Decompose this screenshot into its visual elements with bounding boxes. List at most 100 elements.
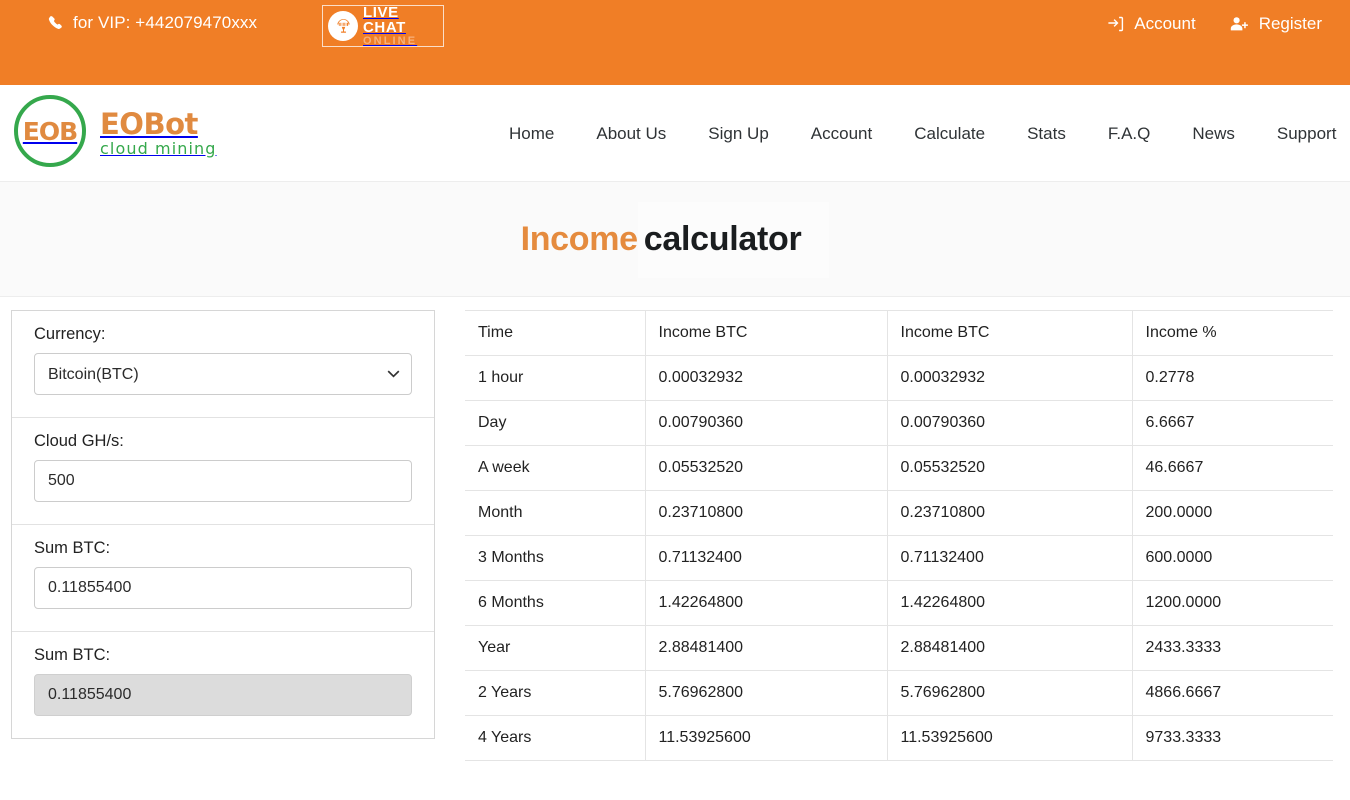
register-link[interactable]: Register <box>1230 14 1322 34</box>
vip-phone: for VIP: +442079470xxx <box>48 13 257 33</box>
cell-income-btc-2: 0.71132400 <box>886 535 1133 581</box>
cell-income-btc-2: 5.76962800 <box>886 670 1133 716</box>
cell-time: Day <box>465 400 646 446</box>
cell-income-btc-1: 1.42264800 <box>644 580 888 626</box>
live-chat-label: LIVE CHAT <box>363 3 406 36</box>
cell-income-pct: 9733.3333 <box>1131 715 1333 761</box>
sum-btc-result-field <box>34 674 412 716</box>
income-table-wrapper: Time Income BTC Income BTC Income % 1 ho… <box>465 310 1333 761</box>
table-row: Day 0.00790360 0.00790360 6.6667 <box>465 400 1333 446</box>
main-content: Currency: Bitcoin(BTC) Cloud GH/s: Sum B… <box>0 297 1350 800</box>
currency-label: Currency: <box>34 325 106 343</box>
logo-wordmark: EOBot <box>100 106 198 141</box>
main-navigation: Home About Us Sign Up Account Calculate … <box>488 85 1350 182</box>
cell-income-btc-1: 0.00790360 <box>644 400 888 446</box>
eob-circle-icon: EOB <box>14 95 86 167</box>
table-row: 1 hour 0.00032932 0.00032932 0.2778 <box>465 355 1333 401</box>
column-header-income-btc-2: Income BTC <box>886 310 1133 356</box>
cell-income-btc-1: 0.71132400 <box>644 535 888 581</box>
hero-band: Income calculator <box>0 182 1350 297</box>
nav-item-account[interactable]: Account <box>790 124 893 144</box>
cell-time: 2 Years <box>465 670 646 716</box>
cell-income-btc-2: 11.53925600 <box>886 715 1133 761</box>
cell-income-btc-1: 0.05532520 <box>644 445 888 491</box>
page-title-rest: calculator <box>637 201 830 278</box>
nav-item-news[interactable]: News <box>1171 124 1256 144</box>
form-section-sum-btc-result: Sum BTC: <box>12 632 434 738</box>
income-table: Time Income BTC Income BTC Income % 1 ho… <box>465 310 1333 761</box>
sum-btc-input[interactable] <box>34 567 412 609</box>
cell-income-pct: 0.2778 <box>1131 355 1333 401</box>
cell-income-btc-1: 5.76962800 <box>644 670 888 716</box>
form-section-cloud-ghs: Cloud GH/s: <box>12 418 434 525</box>
cell-income-btc-2: 2.88481400 <box>886 625 1133 671</box>
cell-income-btc-2: 0.00790360 <box>886 400 1133 446</box>
header-nav-bar: EOB EOBot cloud mining Home About Us Sig… <box>0 85 1350 182</box>
cell-time: 6 Months <box>465 580 646 626</box>
cell-income-btc-2: 0.23710800 <box>886 490 1133 536</box>
site-logo[interactable]: EOB EOBot cloud mining <box>14 95 217 167</box>
phone-icon <box>48 15 64 31</box>
nav-item-about-us[interactable]: About Us <box>575 124 687 144</box>
register-link-label: Register <box>1258 14 1322 33</box>
form-section-sum-btc-input: Sum BTC: <box>12 525 434 632</box>
cloud-ghs-input[interactable] <box>34 460 412 502</box>
cell-time: 1 hour <box>465 355 646 401</box>
currency-select[interactable]: Bitcoin(BTC) <box>34 353 412 395</box>
top-utility-bar: for VIP: +442079470xxx LIVE CHAT ONLINE <box>0 0 1350 85</box>
column-header-time: Time <box>465 310 646 356</box>
table-row: Year 2.88481400 2.88481400 2433.3333 <box>465 625 1333 671</box>
cell-income-btc-2: 0.05532520 <box>886 445 1133 491</box>
account-link[interactable]: Account <box>1107 14 1196 34</box>
table-row: 2 Years 5.76962800 5.76962800 4866.6667 <box>465 670 1333 716</box>
cell-time: 3 Months <box>465 535 646 581</box>
cell-time: A week <box>465 445 646 491</box>
table-row: 6 Months 1.42264800 1.42264800 1200.0000 <box>465 580 1333 626</box>
cell-income-btc-1: 0.23710800 <box>644 490 888 536</box>
sum-btc-input-label: Sum BTC: <box>34 539 111 557</box>
page-title-accent: Income <box>520 219 639 258</box>
page-title: Income calculator <box>520 201 830 278</box>
cloud-ghs-label: Cloud GH/s: <box>34 432 124 450</box>
live-chat-status: ONLINE <box>363 34 418 47</box>
form-section-currency: Currency: Bitcoin(BTC) <box>12 311 434 418</box>
table-row: 4 Years 11.53925600 11.53925600 9733.3333 <box>465 715 1333 761</box>
table-row: Month 0.23710800 0.23710800 200.0000 <box>465 490 1333 536</box>
cell-income-pct: 200.0000 <box>1131 490 1333 536</box>
nav-item-faq[interactable]: F.A.Q <box>1087 124 1172 144</box>
cell-income-pct: 46.6667 <box>1131 445 1333 491</box>
nav-item-home[interactable]: Home <box>488 124 575 144</box>
cell-income-pct: 600.0000 <box>1131 535 1333 581</box>
cell-income-pct: 2433.3333 <box>1131 625 1333 671</box>
column-header-income-pct: Income % <box>1131 310 1333 356</box>
cell-income-pct: 6.6667 <box>1131 400 1333 446</box>
cell-income-btc-1: 11.53925600 <box>644 715 888 761</box>
cell-income-btc-2: 1.42264800 <box>886 580 1133 626</box>
table-header-row: Time Income BTC Income BTC Income % <box>465 310 1333 356</box>
income-table-body: 1 hour 0.00032932 0.00032932 0.2778 Day 0.007… <box>465 355 1333 761</box>
headset-icon <box>328 11 358 41</box>
column-header-income-btc-1: Income BTC <box>644 310 888 356</box>
nav-item-sign-up[interactable]: Sign Up <box>687 124 789 144</box>
nav-item-support[interactable]: Support <box>1256 124 1350 144</box>
table-row: 3 Months 0.71132400 0.71132400 600.0000 <box>465 535 1333 581</box>
live-chat-badge[interactable]: LIVE CHAT ONLINE <box>322 5 444 47</box>
table-row: A week 0.05532520 0.05532520 46.6667 <box>465 445 1333 491</box>
cell-income-pct: 4866.6667 <box>1131 670 1333 716</box>
cell-income-btc-1: 2.88481400 <box>644 625 888 671</box>
cell-time: Year <box>465 625 646 671</box>
user-plus-icon <box>1230 16 1249 32</box>
top-account-links: Account Register <box>1107 14 1322 34</box>
calculator-form-panel: Currency: Bitcoin(BTC) Cloud GH/s: Sum B… <box>11 310 435 739</box>
nav-item-stats[interactable]: Stats <box>1006 124 1087 144</box>
nav-item-calculate[interactable]: Calculate <box>893 124 1006 144</box>
sum-btc-result-label: Sum BTC: <box>34 646 111 664</box>
logo-mark-text: EOB <box>22 116 78 146</box>
sign-in-icon <box>1107 16 1124 32</box>
cell-income-btc-2: 0.00032932 <box>886 355 1133 401</box>
vip-phone-text: for VIP: +442079470xxx <box>73 13 258 32</box>
cell-income-pct: 1200.0000 <box>1131 580 1333 626</box>
cell-time: Month <box>465 490 646 536</box>
logo-tagline: cloud mining <box>100 138 217 158</box>
account-link-label: Account <box>1134 14 1196 33</box>
